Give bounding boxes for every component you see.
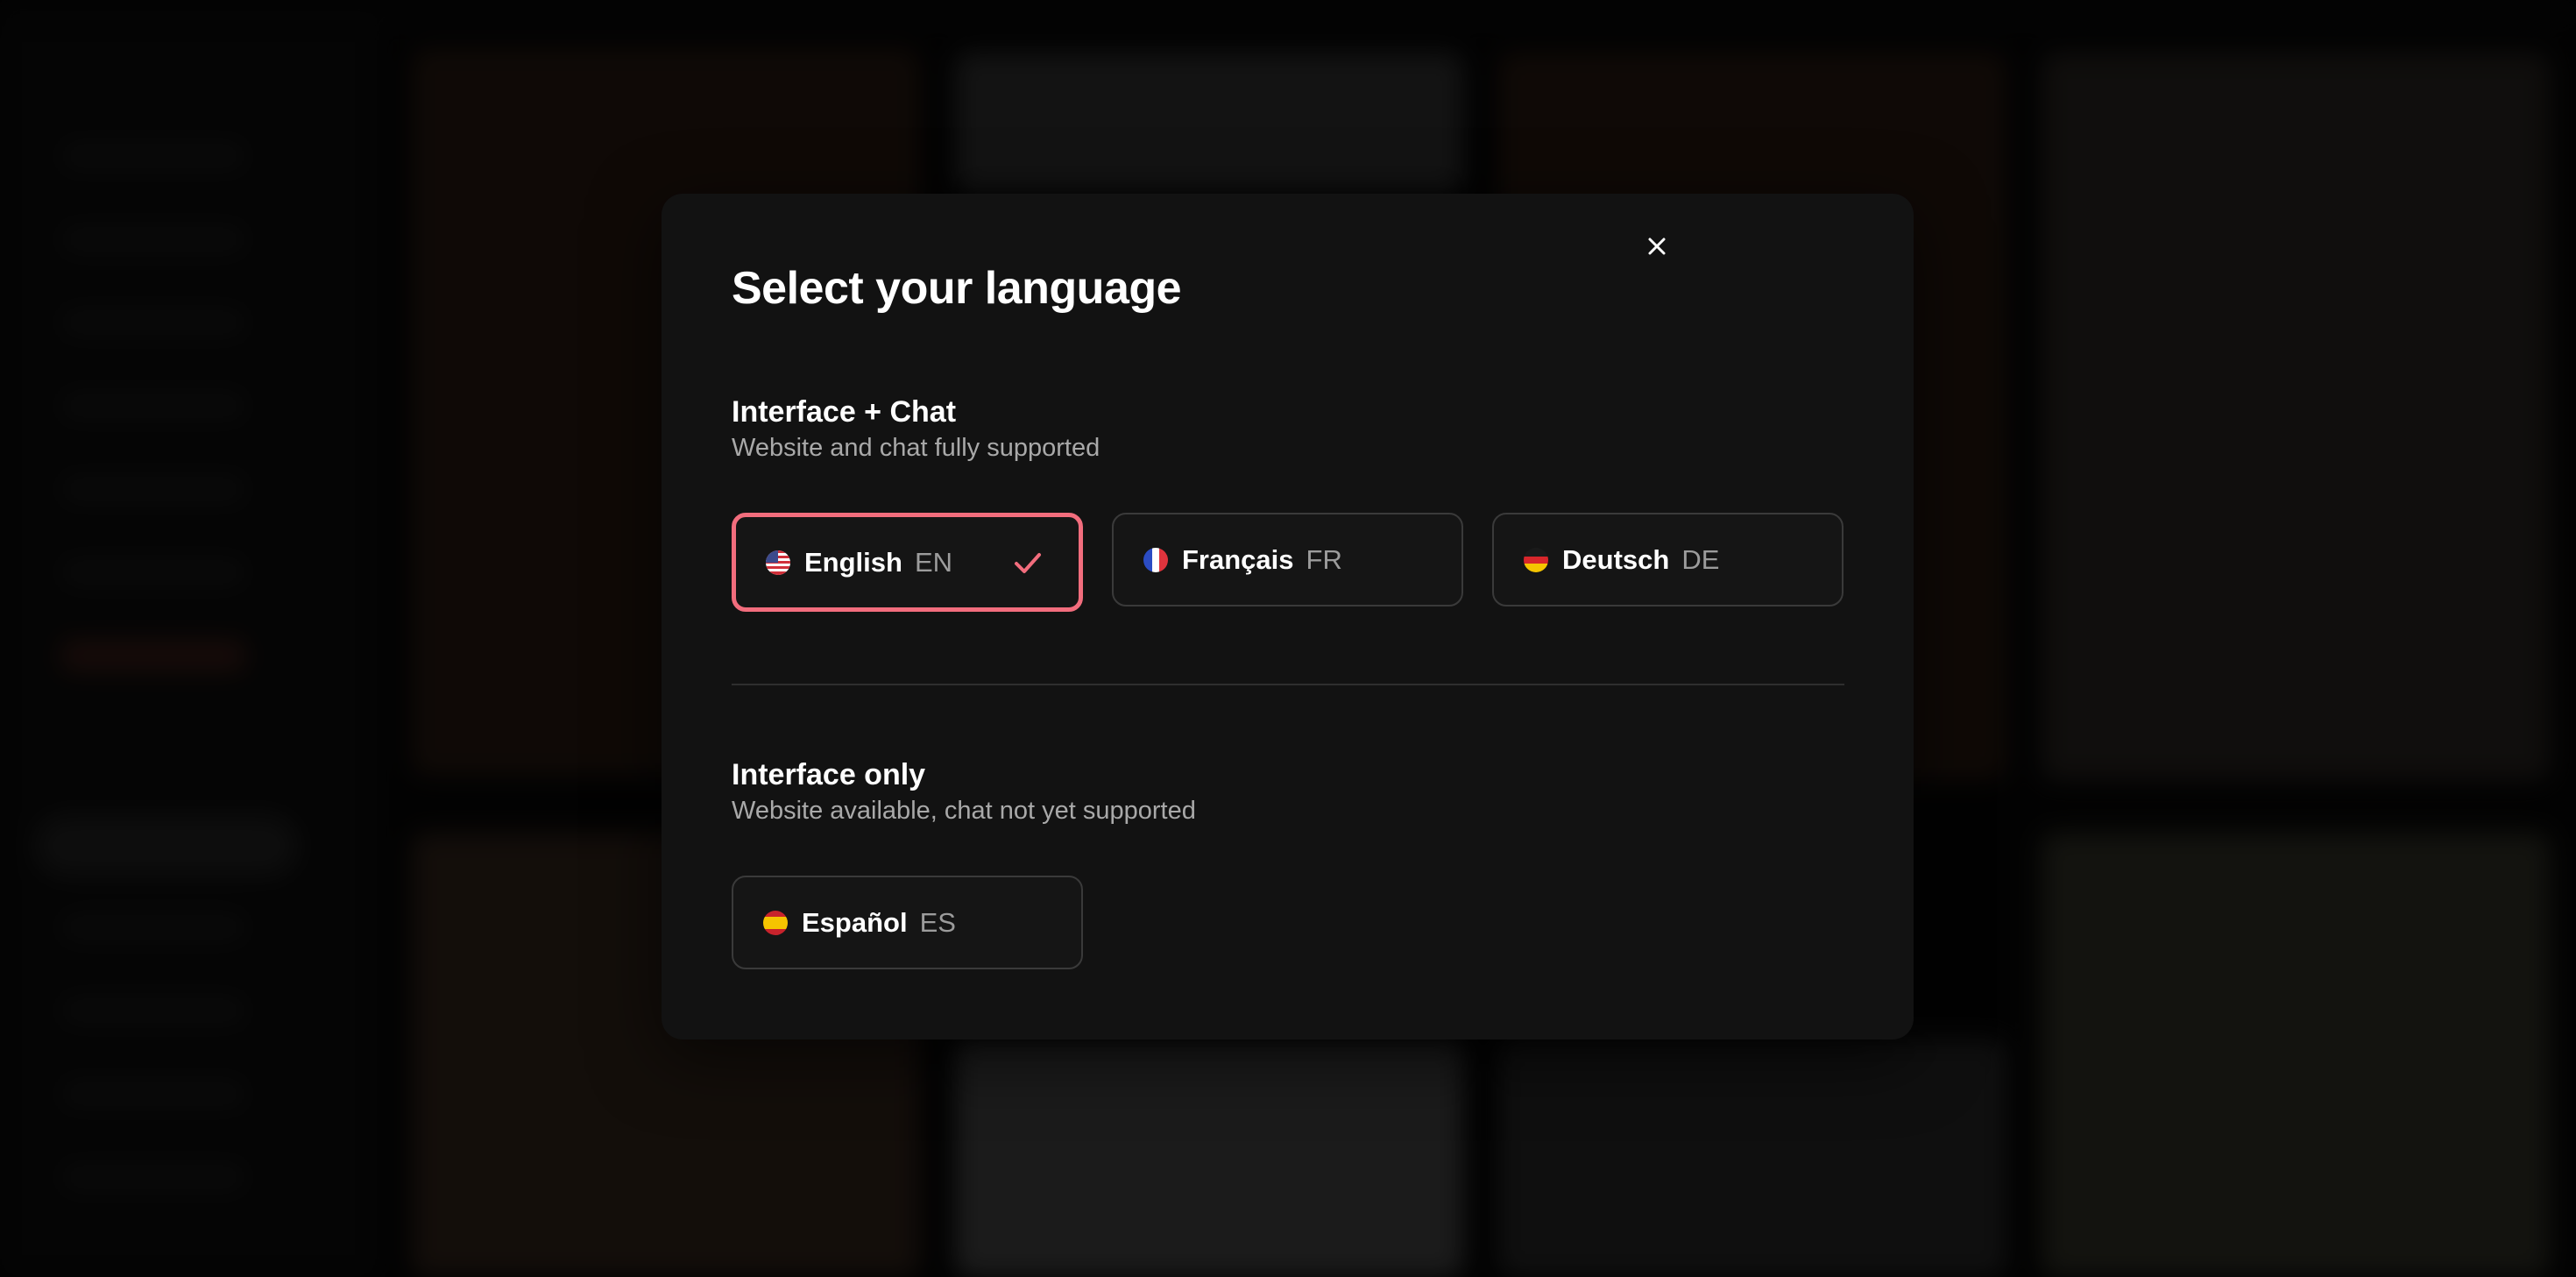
section-divider <box>732 684 1844 685</box>
modal-title: Select your language <box>732 263 1182 314</box>
section-title-interface-chat: Interface + Chat <box>732 395 957 429</box>
us-flag-icon <box>766 550 790 575</box>
language-option-english[interactable]: English EN <box>732 513 1083 612</box>
es-flag-icon <box>763 910 788 935</box>
checkmark-icon <box>1015 552 1041 573</box>
language-label: Español ES <box>802 906 956 938</box>
language-label: Français FR <box>1182 543 1342 575</box>
language-code: EN <box>914 546 953 578</box>
language-option-deutsch[interactable]: Deutsch DE <box>1492 513 1844 607</box>
language-label: English EN <box>804 546 953 578</box>
close-button[interactable] <box>1632 222 1681 271</box>
language-code: FR <box>1306 543 1342 575</box>
section-subtitle-interface-chat: Website and chat fully supported <box>732 434 1100 462</box>
fr-flag-icon <box>1143 547 1168 572</box>
close-icon <box>1648 238 1666 255</box>
section-subtitle-interface-only: Website available, chat not yet supporte… <box>732 797 1196 825</box>
de-flag-icon <box>1524 547 1548 572</box>
language-code: ES <box>919 906 956 938</box>
language-code: DE <box>1681 543 1720 575</box>
language-option-francais[interactable]: Français FR <box>1112 513 1463 607</box>
language-option-espanol[interactable]: Español ES <box>732 876 1083 969</box>
language-label: Deutsch DE <box>1562 543 1720 575</box>
section-title-interface-only: Interface only <box>732 758 926 791</box>
language-modal: Select your language Interface + Chat We… <box>662 194 1914 1039</box>
